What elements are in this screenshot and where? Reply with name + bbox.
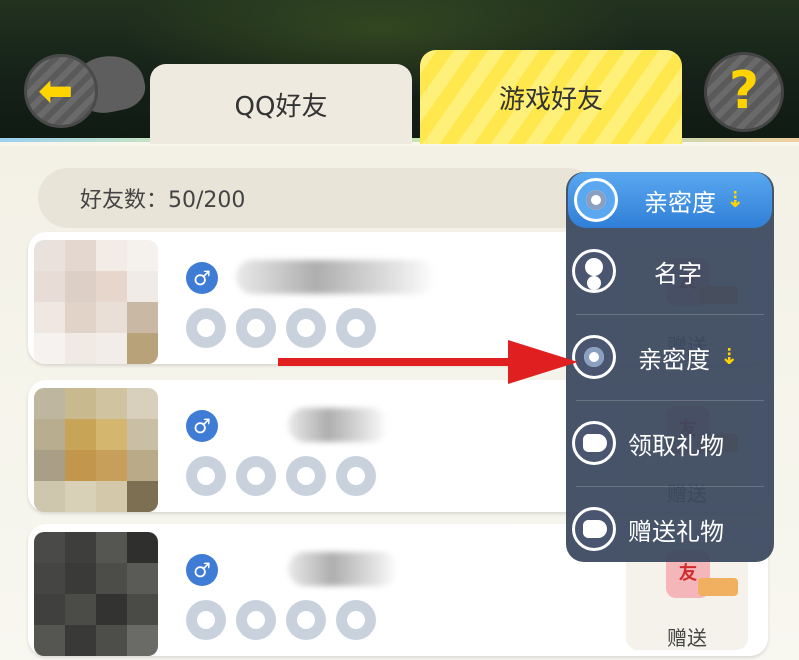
sort-option-label: 亲密度 bbox=[638, 345, 710, 374]
flower-icon bbox=[336, 456, 376, 496]
sort-option-label: 名字 bbox=[654, 259, 702, 288]
flower-icon bbox=[286, 600, 326, 640]
tab-qq-friends[interactable]: QQ好友 bbox=[150, 64, 412, 144]
back-button[interactable]: ⬅ bbox=[24, 49, 150, 130]
sort-option-label: 赠送礼物 bbox=[628, 517, 724, 546]
flower-icon bbox=[286, 456, 326, 496]
male-icon: ♂ bbox=[186, 554, 218, 586]
sort-option-affinity[interactable]: 亲密度 ⇣ bbox=[566, 314, 774, 400]
question-icon: ? bbox=[728, 61, 760, 121]
sort-option-name[interactable]: 名字 bbox=[566, 228, 774, 314]
blurred-name bbox=[236, 260, 436, 294]
male-icon: ♂ bbox=[186, 410, 218, 442]
flower-icon bbox=[236, 308, 276, 348]
friend-count-bar: 好友数：50/200 bbox=[38, 168, 598, 228]
affinity-stars bbox=[186, 600, 376, 640]
blurred-name bbox=[288, 408, 388, 442]
sort-option-label: 领取礼物 bbox=[628, 431, 724, 460]
avatar bbox=[34, 532, 158, 656]
sort-desc-icon: ⇣ bbox=[720, 344, 739, 370]
gift-arrow-icon bbox=[698, 578, 738, 596]
tab-game-friends[interactable]: 游戏好友 bbox=[420, 50, 682, 144]
sort-desc-icon: ⇣ bbox=[726, 187, 745, 213]
affinity-stars bbox=[186, 456, 376, 496]
send-gift-icon bbox=[572, 507, 616, 551]
flower-icon bbox=[186, 600, 226, 640]
flower-icon bbox=[572, 335, 616, 379]
sort-dropdown-selected[interactable]: 亲密度 ⇣ bbox=[568, 172, 772, 228]
flower-icon bbox=[574, 178, 618, 222]
sort-selected-label: 亲密度 bbox=[644, 188, 716, 217]
tab-label: QQ好友 bbox=[234, 91, 328, 122]
annotation-arrow bbox=[278, 340, 578, 384]
blurred-name bbox=[288, 552, 398, 586]
flower-icon bbox=[336, 600, 376, 640]
male-icon: ♂ bbox=[186, 262, 218, 294]
help-button[interactable]: ? bbox=[704, 52, 784, 132]
sort-option-receive-gift[interactable]: 领取礼物 bbox=[566, 400, 774, 486]
avatar bbox=[34, 388, 158, 512]
friend-count: 好友数：50/200 bbox=[80, 188, 246, 213]
flower-icon bbox=[186, 456, 226, 496]
flower-icon bbox=[236, 600, 276, 640]
receive-gift-icon bbox=[572, 421, 616, 465]
arrow-left-icon: ⬅ bbox=[38, 66, 74, 115]
send-gift-label: 赠送 bbox=[667, 626, 707, 650]
flower-icon bbox=[236, 456, 276, 496]
avatar bbox=[34, 240, 158, 364]
person-icon bbox=[572, 249, 616, 293]
sort-dropdown[interactable]: 亲密度 ⇣ 名字 亲密度 ⇣ 领取礼物 赠送礼物 bbox=[566, 172, 774, 562]
tab-label: 游戏好友 bbox=[498, 84, 603, 115]
flower-icon bbox=[186, 308, 226, 348]
sort-option-send-gift[interactable]: 赠送礼物 bbox=[566, 486, 774, 572]
